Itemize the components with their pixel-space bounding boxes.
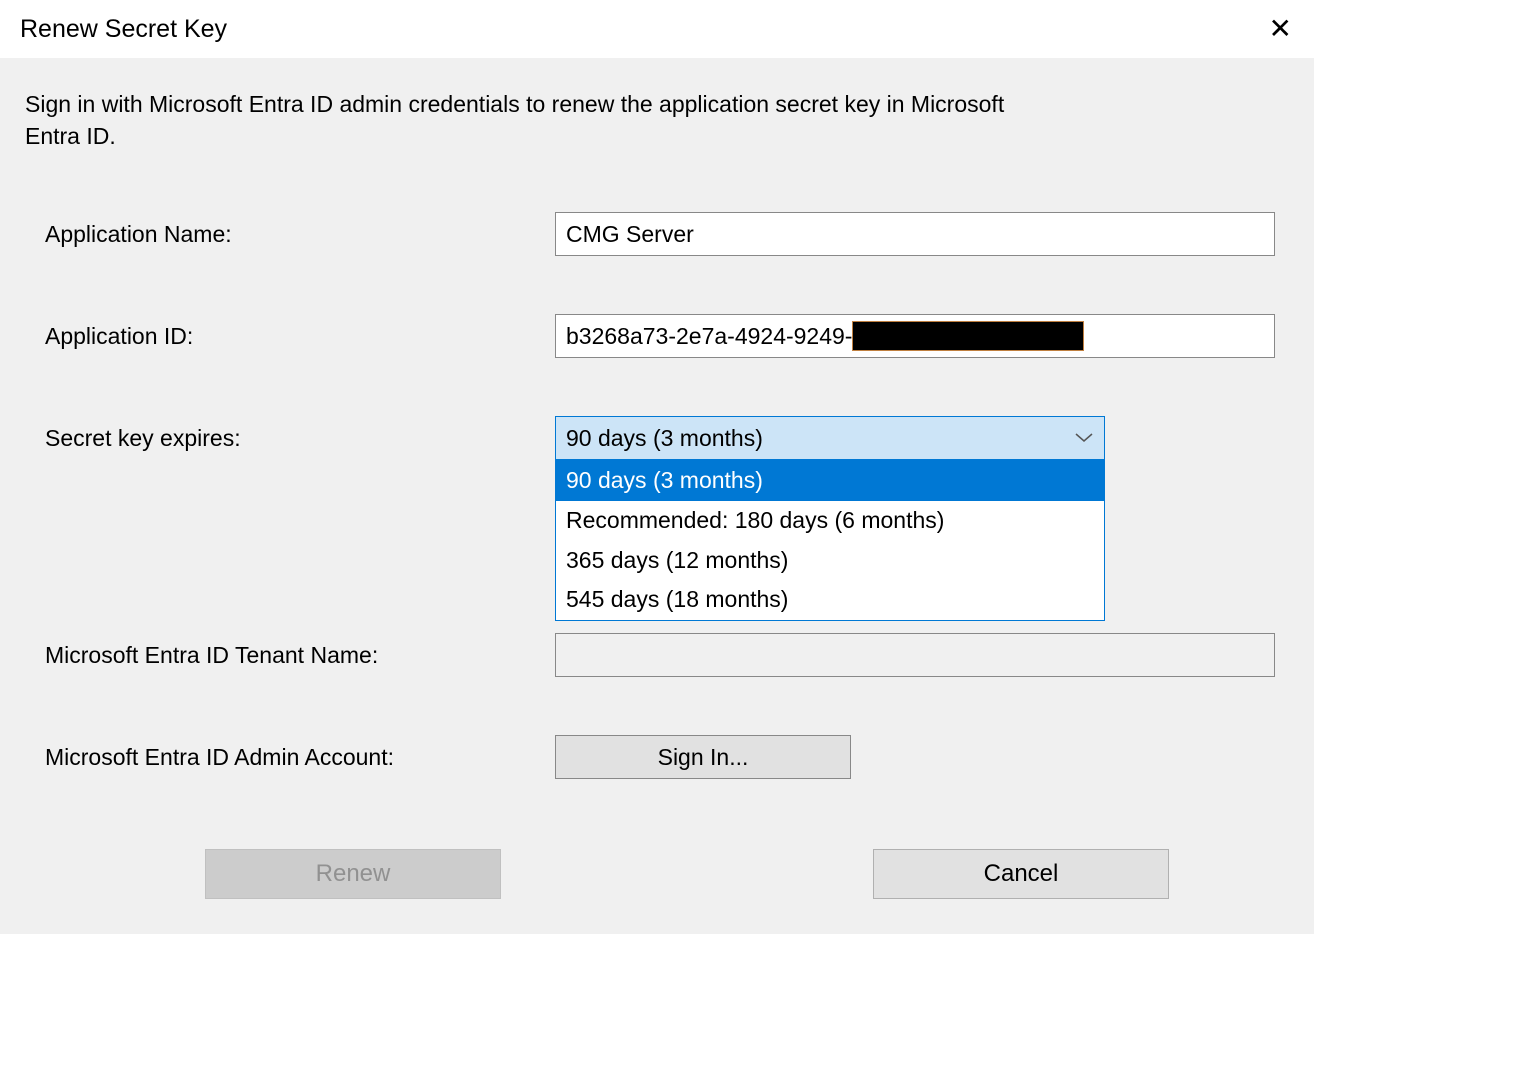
- row-application-id: Application ID: b3268a73-2e7a-4924-9249-: [25, 314, 1289, 358]
- redacted-text: [852, 321, 1084, 351]
- label-application-id: Application ID:: [45, 323, 555, 350]
- close-button[interactable]: ✕: [1255, 13, 1306, 45]
- dialog-content: Sign in with Microsoft Entra ID admin cr…: [0, 58, 1314, 934]
- renew-secret-key-dialog: Renew Secret Key ✕ Sign in with Microsof…: [0, 0, 1314, 934]
- field-application-name[interactable]: CMG Server: [555, 212, 1275, 256]
- row-secret-key-expires: Secret key expires: 90 days (3 months) 9…: [25, 416, 1289, 460]
- value-application-id: b3268a73-2e7a-4924-9249-: [566, 323, 852, 350]
- expiry-option-365-days[interactable]: 365 days (12 months): [556, 541, 1104, 581]
- value-application-name: CMG Server: [566, 221, 694, 248]
- close-icon: ✕: [1269, 13, 1292, 44]
- field-application-id[interactable]: b3268a73-2e7a-4924-9249-: [555, 314, 1275, 358]
- row-admin-account: Microsoft Entra ID Admin Account: Sign I…: [25, 735, 1289, 779]
- row-tenant-name: Microsoft Entra ID Tenant Name:: [25, 633, 1289, 677]
- expiry-dropdown-list: 90 days (3 months) Recommended: 180 days…: [555, 460, 1105, 621]
- expiry-option-545-days[interactable]: 545 days (18 months): [556, 580, 1104, 620]
- label-application-name: Application Name:: [45, 221, 555, 248]
- dialog-description: Sign in with Microsoft Entra ID admin cr…: [25, 88, 1025, 152]
- titlebar: Renew Secret Key ✕: [0, 0, 1314, 58]
- label-tenant-name: Microsoft Entra ID Tenant Name:: [45, 642, 555, 669]
- combobox-secret-key-expires[interactable]: 90 days (3 months): [555, 416, 1105, 460]
- expiry-option-90-days[interactable]: 90 days (3 months): [556, 461, 1104, 501]
- label-admin-account: Microsoft Entra ID Admin Account:: [45, 744, 555, 771]
- renew-button: Renew: [205, 849, 501, 899]
- expiry-option-180-days[interactable]: Recommended: 180 days (6 months): [556, 501, 1104, 541]
- row-application-name: Application Name: CMG Server: [25, 212, 1289, 256]
- dialog-title: Renew Secret Key: [20, 15, 227, 44]
- dialog-buttons: Renew Cancel: [25, 809, 1289, 899]
- field-tenant-name[interactable]: [555, 633, 1275, 677]
- combobox-selected-value: 90 days (3 months): [566, 425, 763, 452]
- sign-in-button[interactable]: Sign In...: [555, 735, 851, 779]
- expiry-combo-wrapper: 90 days (3 months) 90 days (3 months) Re…: [555, 416, 1105, 460]
- cancel-button[interactable]: Cancel: [873, 849, 1169, 899]
- label-secret-key-expires: Secret key expires:: [45, 425, 555, 452]
